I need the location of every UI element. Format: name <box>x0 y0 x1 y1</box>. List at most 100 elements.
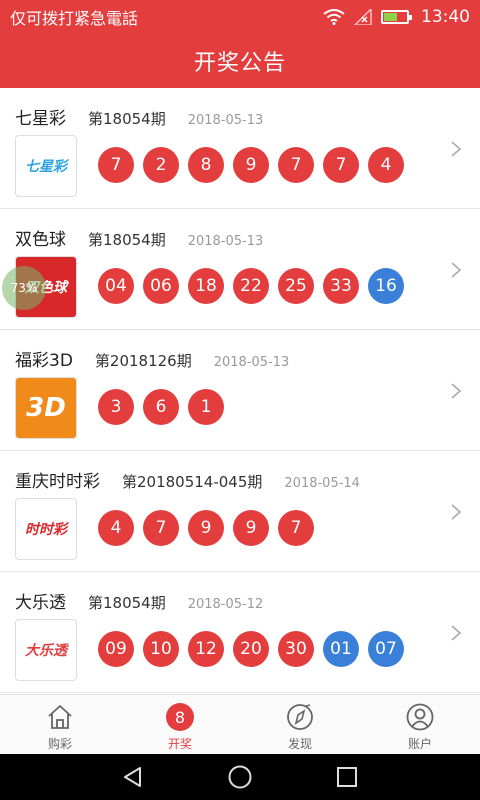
tab-label: 购彩 <box>47 737 72 751</box>
chevron-right-icon[interactable] <box>450 503 462 521</box>
blue-ball: 16 <box>368 268 404 304</box>
lottery-list: 七星彩 第18054期 2018-05-13 七星彩 7 2 8 9 7 7 4 双色球 第18054期… <box>0 88 480 693</box>
clock: 13:40 <box>421 6 470 27</box>
number-balls: 47997 <box>98 510 314 546</box>
red-ball: 33 <box>323 268 359 304</box>
tab-label: 账户 <box>407 737 432 751</box>
lottery-header: 双色球 第18054期 2018-05-13 <box>15 225 263 250</box>
chevron-right-icon[interactable] <box>450 140 462 158</box>
lottery-issue: 第18054期 <box>88 594 166 612</box>
lottery-header: 重庆时时彩 第20180514-045期 2018-05-14 <box>15 467 360 492</box>
lottery-row[interactable]: 大乐透 第18054期 2018-05-12 大乐透 09 10 12 20 30 01 07 <box>0 572 480 693</box>
lottery-logo: 七星彩 <box>15 135 77 197</box>
tab-label: 发现 <box>287 737 312 751</box>
lottery-issue: 第2018126期 <box>94 352 192 370</box>
lottery-logo-text: 七星彩 <box>25 159 67 175</box>
lottery-logo: 3D <box>15 377 77 439</box>
lottery-name: 七星彩 <box>15 109 66 129</box>
red-ball: 4 <box>98 510 134 546</box>
red-ball: 12 <box>188 631 224 667</box>
lottery-row[interactable]: 七星彩 第18054期 2018-05-13 七星彩 7 2 8 9 7 7 4 <box>0 88 480 209</box>
lottery-name: 双色球 <box>15 230 66 250</box>
red-ball: 1 <box>188 389 224 425</box>
number-balls: 7289774 <box>98 147 404 183</box>
red-ball: 2 <box>143 147 179 183</box>
red-ball: 06 <box>143 268 179 304</box>
lottery-issue: 第18054期 <box>88 231 166 249</box>
red-ball: 25 <box>278 268 314 304</box>
number-balls: 361 <box>98 389 224 425</box>
number-balls: 04 06 18 22 25 33 16 <box>98 268 404 304</box>
tab-account[interactable]: 账户 <box>360 695 480 754</box>
compass-icon <box>286 703 314 731</box>
red-ball: 9 <box>233 147 269 183</box>
number-balls: 09 10 12 20 30 01 07 <box>98 631 404 667</box>
red-ball: 22 <box>233 268 269 304</box>
tab-buy[interactable]: 购彩 <box>0 695 120 754</box>
lottery-date: 2018-05-12 <box>187 597 264 612</box>
lottery-name: 福彩3D <box>15 351 73 371</box>
page-title: 开奖公告 <box>0 33 480 88</box>
lottery-row[interactable]: 双色球 第18054期 2018-05-13 双色球 04 06 18 22 25 33 16 <box>0 209 480 330</box>
lottery-name: 大乐透 <box>15 593 66 613</box>
lottery-header: 大乐透 第18054期 2018-05-12 <box>15 588 263 613</box>
red-ball: 09 <box>98 631 134 667</box>
lottery-issue: 第18054期 <box>88 110 166 128</box>
red-ball: 4 <box>368 147 404 183</box>
red-ball: 7 <box>278 510 314 546</box>
red-ball: 20 <box>233 631 269 667</box>
user-icon <box>406 703 434 731</box>
carrier-text: 仅可拨打紧急電話 <box>10 8 139 28</box>
lottery-logo-text: 时时彩 <box>25 522 67 538</box>
red-ball: 9 <box>233 510 269 546</box>
status-bar: 仅可拨打紧急電話 13:40 <box>0 0 480 33</box>
lottery-date: 2018-05-13 <box>187 113 264 128</box>
red-ball: 30 <box>278 631 314 667</box>
lottery-logo: 时时彩 <box>15 498 77 560</box>
chevron-right-icon[interactable] <box>450 624 462 642</box>
lottery-logo: 大乐透 <box>15 619 77 681</box>
lottery-logo-text: 大乐透 <box>25 643 67 659</box>
tab-draw[interactable]: 8 开奖 <box>120 695 240 754</box>
red-ball: 7 <box>98 147 134 183</box>
red-ball: 18 <box>188 268 224 304</box>
back-icon[interactable] <box>121 765 145 789</box>
lottery-date: 2018-05-13 <box>213 355 290 370</box>
lottery-header: 福彩3D 第2018126期 2018-05-13 <box>15 346 289 371</box>
chevron-right-icon[interactable] <box>450 261 462 279</box>
red-ball: 10 <box>143 631 179 667</box>
lottery-row[interactable]: 福彩3D 第2018126期 2018-05-13 3D 3 6 1 <box>0 330 480 451</box>
system-nav-bar <box>0 754 480 800</box>
signal-icon <box>353 8 372 25</box>
red-ball: 9 <box>188 510 224 546</box>
bottom-tab-bar: 购彩 8 开奖 发现 账户 <box>0 694 480 754</box>
lottery-date: 2018-05-14 <box>284 476 360 491</box>
red-ball: 6 <box>143 389 179 425</box>
status-icons: 13:40 <box>323 7 470 27</box>
tab-label: 开奖 <box>167 737 192 751</box>
lottery-header: 七星彩 第18054期 2018-05-13 <box>15 104 263 129</box>
home-nav-icon[interactable] <box>227 764 253 790</box>
battery-icon <box>381 9 412 24</box>
lottery-date: 2018-05-13 <box>187 234 264 249</box>
lottery-issue: 第20180514-045期 <box>122 473 263 491</box>
home-icon <box>46 703 74 731</box>
blue-ball: 07 <box>368 631 404 667</box>
red-ball: 7 <box>278 147 314 183</box>
floating-percentage-badge[interactable]: 73% <box>2 266 46 310</box>
blue-ball: 01 <box>323 631 359 667</box>
red-ball: 7 <box>323 147 359 183</box>
red-ball: 7 <box>143 510 179 546</box>
tab-discover[interactable]: 发现 <box>240 695 360 754</box>
chevron-right-icon[interactable] <box>450 382 462 400</box>
draw-badge: 8 <box>166 703 194 731</box>
lottery-name: 重庆时时彩 <box>15 472 100 492</box>
red-ball: 3 <box>98 389 134 425</box>
lottery-row[interactable]: 重庆时时彩 第20180514-045期 2018-05-14 时时彩 4 7 9 9 7 <box>0 451 480 572</box>
wifi-icon <box>323 8 345 25</box>
draw-badge-icon: 8 <box>166 703 194 731</box>
red-ball: 8 <box>188 147 224 183</box>
recents-icon[interactable] <box>335 765 359 789</box>
lottery-logo-text: 3D <box>26 393 66 423</box>
red-ball: 04 <box>98 268 134 304</box>
